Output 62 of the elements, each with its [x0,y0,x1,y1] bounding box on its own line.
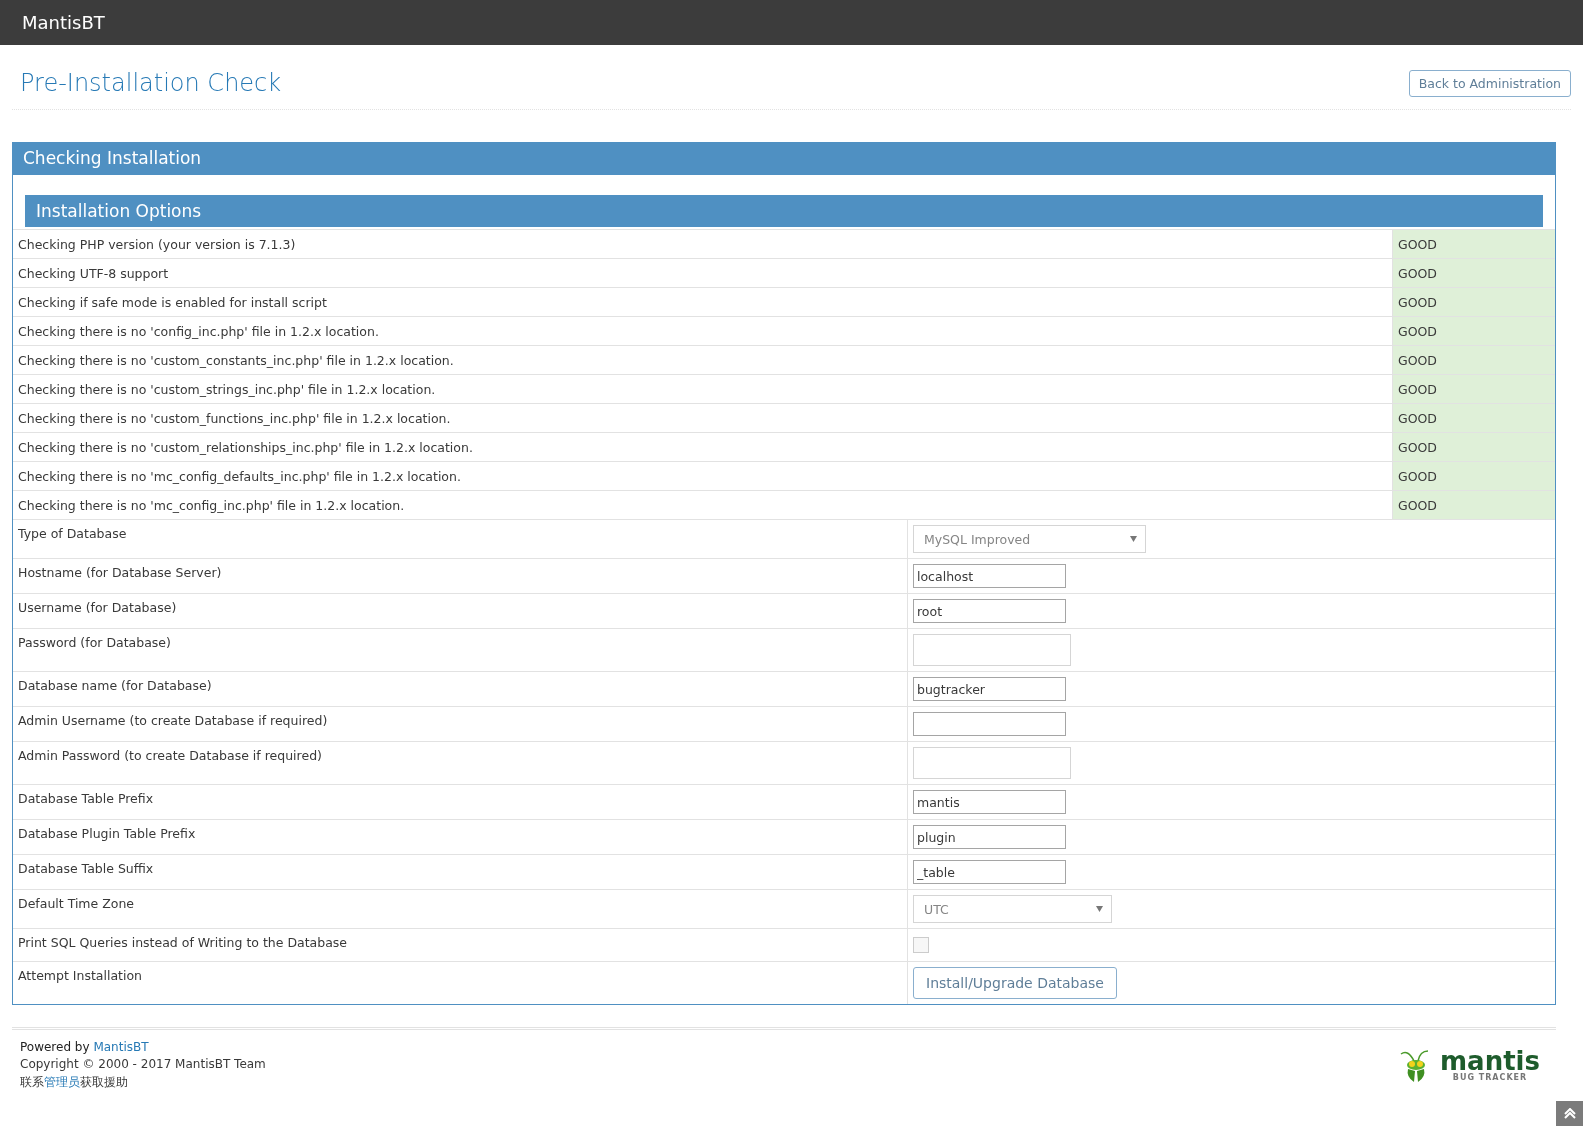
input-field[interactable]: mantis [913,790,1066,814]
scroll-top-button[interactable] [1556,1101,1583,1126]
check-result: GOOD [1392,346,1555,374]
option-label: Username (for Database) [18,600,177,615]
checkbox[interactable] [913,937,929,953]
logo-name: mantis [1440,1049,1540,1073]
check-label: Checking there is no 'custom_relationships_inc.php' file in 1.2.x location. [17,438,474,457]
check-result: GOOD [1392,404,1555,432]
option-label: Type of Database [18,526,127,541]
check-result: GOOD [1392,259,1555,287]
input-field[interactable]: plugin [913,825,1066,849]
option-label: Default Time Zone [18,896,135,911]
caret-icon [1130,536,1138,542]
check-result: GOOD [1392,230,1555,258]
dropdown[interactable]: MySQL Improved [913,525,1147,553]
option-label: Password (for Database) [18,635,171,650]
check-result: GOOD [1392,491,1555,519]
dropdown[interactable]: UTC [913,895,1112,923]
check-label: Checking there is no 'mc_config_defaults_inc.php' file in 1.2.x location. [17,467,462,486]
check-result: GOOD [1392,375,1555,403]
check-label: Checking there is no 'custom_functions_inc.php' file in 1.2.x location. [17,409,452,428]
input-field[interactable]: _table [913,860,1066,884]
copyright-text: Copyright © 2000 - 2017 MantisBT Team [20,1057,266,1071]
check-result: GOOD [1392,288,1555,316]
check-result: GOOD [1392,433,1555,461]
check-label: Checking there is no 'config_inc.php' file in 1.2.x location. [17,322,380,341]
check-result: GOOD [1392,462,1555,490]
check-label: Checking there is no 'custom_constants_inc.php' file in 1.2.x location. [17,351,455,370]
option-label: Database Table Suffix [18,861,154,876]
back-button[interactable]: Back to Administration [1408,69,1571,97]
logo-tagline: BUG TRACKER [1452,1073,1528,1082]
input-field[interactable]: localhost [913,564,1066,588]
option-label: Database Table Prefix [18,791,154,806]
check-label: Checking UTF-8 support [17,264,170,283]
option-label: Print SQL Queries instead of Writing to the Database [18,935,348,950]
powered-by-text: Powered by MantisBT [20,1040,150,1054]
check-result: GOOD [1392,317,1555,345]
check-label: Checking there is no 'mc_config_inc.php' file in 1.2.x location. [17,496,406,515]
password-field[interactable] [913,747,1071,779]
caret-icon [1096,906,1103,912]
option-label: Database name (for Database) [18,678,212,693]
option-label: Attempt Installation [18,968,143,983]
section-title: Installation Options [25,195,1543,227]
check-label: Checking there is no 'custom_strings_inc.php' file in 1.2.x location. [17,380,437,399]
check-label: Checking if safe mode is enabled for install script [17,293,328,312]
install-button[interactable]: Install/Upgrade Database [913,967,1117,999]
mantisbt-link[interactable]: MantisBT [93,1040,149,1054]
page-title: Pre-Installation Check [20,69,282,97]
brand-title[interactable]: MantisBT [22,12,105,33]
check-label: Checking PHP version (your version is 7.1.3) [17,235,297,254]
input-field[interactable]: root [913,599,1066,623]
input-field[interactable]: bugtracker [913,677,1066,701]
option-label: Database Plugin Table Prefix [18,826,196,841]
option-label: Admin Password (to create Database if required) [18,748,322,763]
admin-link[interactable]: 管理员 [44,1075,80,1089]
contact-text: 联系管理员获取援助 [20,1074,129,1091]
input-field[interactable] [913,712,1066,736]
option-label: Hostname (for Database Server) [18,565,222,580]
double-chevron-up-icon [1563,1108,1576,1119]
option-label: Admin Username (to create Database if required) [18,713,328,728]
password-field[interactable] [913,634,1071,666]
panel-title: Checking Installation [13,143,1555,175]
